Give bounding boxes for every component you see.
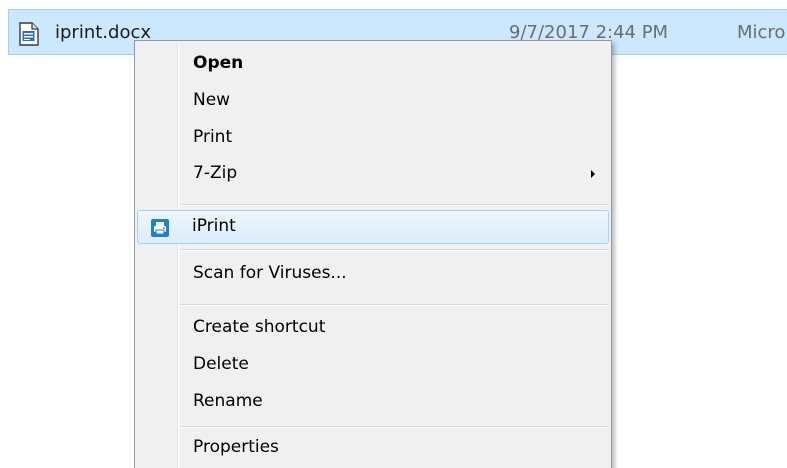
menu-item-rename[interactable]: Rename [137,385,609,419]
menu-item-new[interactable]: New [137,84,609,118]
document-icon [19,22,39,46]
menu-item-print[interactable]: Print [137,121,609,155]
menu-separator [181,426,609,428]
menu-item-label: Print [193,127,233,147]
menu-item-properties[interactable]: Properties [137,431,609,465]
submenu-arrow-icon [591,170,595,178]
menu-item-create-shortcut[interactable]: Create shortcut [137,311,609,345]
menu-item-label: New [193,90,231,110]
menu-item-7zip[interactable]: 7-Zip [137,157,609,191]
menu-separator [181,249,609,251]
menu-item-label: 7-Zip [193,163,238,183]
menu-item-label: Create shortcut [193,317,326,337]
menu-item-label: Delete [193,354,249,374]
menu-item-label: Open [193,53,244,73]
menu-item-label: Rename [193,391,263,411]
printer-icon [150,218,170,238]
menu-separator [181,204,609,206]
menu-separator [181,304,609,306]
menu-item-label: Properties [193,437,279,457]
menu-item-scan-for-viruses[interactable]: Scan for Viruses... [137,257,609,291]
file-type: Micro [737,22,786,43]
menu-item-delete[interactable]: Delete [137,348,609,382]
menu-item-iprint[interactable]: iPrint [137,210,609,244]
menu-item-label: Scan for Viruses... [193,263,347,283]
explorer-window: iprint.docx 9/7/2017 2:44 PM Micro Open … [0,0,787,468]
menu-item-label: iPrint [192,216,236,236]
context-menu: Open New Print 7-Zip iPrint Scan for Vir… [134,40,612,468]
menu-item-open[interactable]: Open [137,47,609,81]
